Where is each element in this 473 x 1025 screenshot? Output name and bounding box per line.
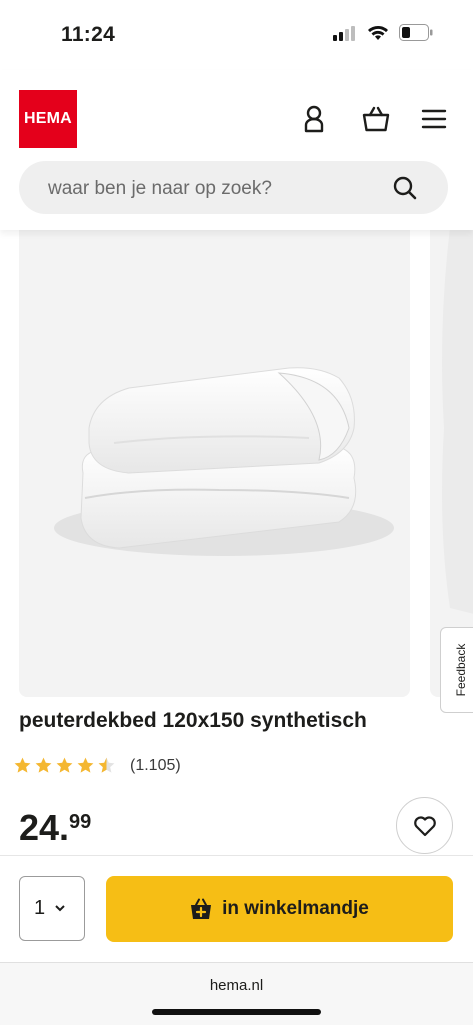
- add-to-cart-button[interactable]: in winkelmandje: [106, 876, 453, 942]
- product-title: peuterdekbed 120x150 synthetisch: [19, 709, 367, 732]
- heart-icon: [413, 815, 436, 836]
- battery-icon: [399, 24, 433, 41]
- search-icon[interactable]: [392, 175, 418, 201]
- url-text[interactable]: hema.nl: [0, 977, 473, 994]
- basket-add-icon: [191, 898, 212, 919]
- price-main: 24.: [19, 807, 70, 848]
- quantity-value: 1: [34, 897, 46, 919]
- star-icon: [35, 757, 52, 773]
- half-star-icon: [98, 757, 115, 773]
- star-icon: [14, 757, 31, 773]
- duvet-illustration: [54, 367, 394, 556]
- favorite-button[interactable]: [396, 797, 453, 854]
- search-input[interactable]: waar ben je naar op zoek?: [48, 178, 272, 200]
- feedback-tab[interactable]: Feedback: [440, 627, 473, 713]
- feedback-label: Feedback: [454, 643, 468, 697]
- home-indicator[interactable]: [152, 1009, 321, 1015]
- product-image[interactable]: [19, 228, 410, 697]
- account-icon[interactable]: [299, 104, 329, 134]
- status-time: 11:24: [61, 23, 116, 46]
- wifi-icon: [368, 25, 388, 40]
- status-bar: 11:24: [0, 0, 473, 70]
- status-icons: [333, 24, 433, 41]
- price-decimals: 99: [69, 811, 92, 833]
- add-to-cart-label: in winkelmandje: [222, 898, 369, 919]
- review-count[interactable]: (1.105): [130, 757, 181, 775]
- site-header: HEMA waar ben je naar op zoek?: [0, 70, 473, 230]
- browser-url-bar[interactable]: hema.nl: [0, 962, 473, 1025]
- star-icon: [56, 757, 73, 773]
- search-bar[interactable]: waar ben je naar op zoek?: [19, 161, 448, 214]
- star-icon: [77, 757, 94, 773]
- hema-logo[interactable]: HEMA: [19, 90, 77, 148]
- menu-icon[interactable]: [419, 104, 449, 134]
- basket-icon[interactable]: [361, 104, 391, 134]
- cellular-signal-icon: [333, 25, 355, 41]
- product-rating[interactable]: (1.105): [13, 756, 181, 775]
- chevron-down-icon: [55, 905, 65, 912]
- quantity-select[interactable]: 1: [19, 876, 85, 941]
- product-price: 24. 99: [19, 808, 91, 848]
- purchase-bar: 1 in winkelmandje: [0, 855, 473, 962]
